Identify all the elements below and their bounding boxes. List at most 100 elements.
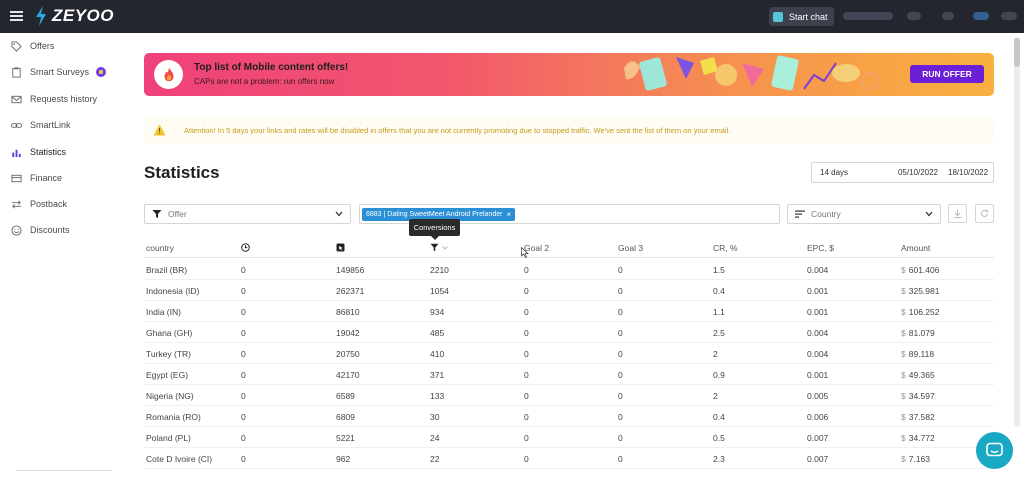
cell-clicks: 262371 (336, 286, 365, 296)
chat-icon (773, 11, 783, 22)
table-row[interactable]: Turkey (TR) 0 20750 410 0 0 2 0.004 $89.118 (144, 343, 994, 364)
cell-goal3: 0 (618, 412, 623, 422)
cell-country: India (IN) (146, 307, 181, 317)
run-offer-button[interactable]: RUN OFFER (910, 65, 984, 83)
cell-epc: 0.004 (807, 349, 829, 359)
col-epc[interactable]: EPC, $ (807, 243, 834, 253)
sidebar-item-label: Offers (30, 41, 55, 51)
table-row[interactable]: Cote D Ivoire (CI) 0 962 22 0 0 2.3 0.007 $7.163 (144, 448, 994, 469)
cell-time: 0 (241, 370, 246, 380)
banner-illustration (624, 55, 879, 91)
amount-value: 37.582 (908, 412, 935, 422)
cell-country: Nigeria (NG) (146, 391, 194, 401)
cell-epc: 0.001 (807, 307, 829, 317)
table-row[interactable]: Egypt (EG) 0 42170 371 0 0 0.9 0.001 $49.365 (144, 364, 994, 385)
conversions-tooltip: Conversions (409, 219, 460, 240)
cell-goal3: 0 (618, 307, 623, 317)
cell-conv: 371 (430, 370, 445, 380)
cell-country: Turkey (TR) (146, 349, 192, 359)
notification-blurred[interactable] (907, 12, 921, 20)
refresh-button[interactable] (975, 204, 994, 223)
amount-value: 49.365 (908, 370, 935, 380)
cell-cr: 2.3 (713, 454, 725, 464)
cell-country: Egypt (EG) (146, 370, 189, 380)
amount-value: 325.981 (908, 286, 940, 296)
sidebar-item-finance[interactable]: Finance (0, 168, 130, 188)
amount-value: 34.597 (908, 391, 935, 401)
date-range-preset[interactable]: 14 days (820, 168, 880, 177)
promo-banner[interactable]: Top list of Mobile content offers! CAPs … (144, 53, 994, 96)
offer-filter-select[interactable]: Offer (144, 204, 351, 224)
table-row[interactable]: Brazil (BR) 0 149856 2210 0 0 1.5 0.004 $601.406 (144, 259, 994, 280)
col-cr[interactable]: CR, % (713, 243, 738, 253)
cell-amount: $37.582 (901, 412, 935, 422)
table-row[interactable]: Poland (PL) 0 5221 24 0 0 0.5 0.007 $34.772 (144, 427, 994, 448)
sidebar-item-label: Statistics (30, 147, 67, 157)
date-range-picker[interactable]: 14 days 05/10/2022 18/10/2022 (811, 162, 994, 183)
table-row[interactable]: Romania (RO) 0 6809 30 0 0 0.4 0.006 $37.582 (144, 406, 994, 427)
cell-conv: 485 (430, 328, 445, 338)
support-chat-button[interactable] (976, 432, 1013, 469)
cell-conv: 1054 (430, 286, 449, 296)
sidebar-item-smart-surveys[interactable]: Smart Surveys (0, 62, 130, 82)
sidebar-item-statistics[interactable]: Statistics (0, 142, 130, 162)
sidebar-item-discounts[interactable]: Discounts (0, 220, 130, 240)
bar-chart-icon (10, 146, 22, 158)
amount-value: 89.118 (908, 349, 935, 359)
date-to[interactable]: 18/10/2022 (948, 168, 988, 177)
clipboard-icon (10, 66, 22, 78)
col-time[interactable] (241, 243, 250, 252)
table-row[interactable]: India (IN) 0 86810 934 0 0 1.1 0.001 $106.252 (144, 301, 994, 322)
cell-amount: $601.406 (901, 265, 939, 275)
menu-icon[interactable] (10, 11, 23, 21)
cell-cr: 2 (713, 349, 718, 359)
cell-epc: 0.007 (807, 433, 829, 443)
currency-symbol: $ (901, 328, 906, 338)
mouse-cursor-icon (521, 247, 529, 258)
cell-goal3: 0 (618, 265, 623, 275)
currency-symbol: $ (901, 454, 906, 464)
amount-value: 601.406 (908, 265, 940, 275)
avatar-blurred[interactable] (1001, 12, 1017, 20)
cell-goal3: 0 (618, 286, 623, 296)
cell-clicks: 6589 (336, 391, 355, 401)
col-country[interactable]: country (146, 243, 174, 253)
sidebar-item-postback[interactable]: Postback (0, 194, 130, 214)
flag-blurred[interactable] (973, 12, 989, 20)
sidebar-item-smartlink[interactable]: SmartLink (0, 115, 130, 135)
cell-epc: 0.004 (807, 328, 829, 338)
country-filter-placeholder: Country (811, 209, 841, 219)
chevron-down-icon (925, 211, 933, 217)
cell-conv: 22 (430, 454, 440, 464)
logo[interactable]: ZEYOO (34, 6, 114, 26)
col-conversions[interactable] (430, 243, 448, 252)
download-button[interactable] (948, 204, 967, 223)
sidebar-item-offers[interactable]: Offers (0, 36, 130, 56)
sidebar-item-requests-history[interactable]: Requests history (0, 89, 130, 109)
col-amount[interactable]: Amount (901, 243, 930, 253)
alert-text: Attention! In 5 days your links and rate… (184, 125, 731, 135)
col-goal3[interactable]: Goal 3 (618, 243, 643, 253)
amount-value: 34.772 (908, 433, 935, 443)
settings-blurred[interactable] (942, 12, 954, 20)
date-from[interactable]: 05/10/2022 (880, 168, 938, 177)
chip-close-icon[interactable]: × (506, 210, 511, 219)
col-clicks[interactable] (336, 243, 345, 252)
currency-symbol: $ (901, 391, 906, 401)
cell-clicks: 6809 (336, 412, 355, 422)
scrollbar-thumb[interactable] (1014, 38, 1020, 67)
currency-symbol: $ (901, 370, 906, 380)
start-chat-button[interactable]: Start chat (769, 7, 834, 26)
cell-clicks: 149856 (336, 265, 365, 275)
download-icon (954, 209, 961, 218)
page-scrollbar[interactable] (1014, 37, 1020, 427)
cell-goal2: 0 (524, 412, 529, 422)
cell-goal2: 0 (524, 328, 529, 338)
table-row[interactable]: Ghana (GH) 0 19042 485 0 0 2.5 0.004 $81.079 (144, 322, 994, 343)
cell-clicks: 20750 (336, 349, 360, 359)
country-filter-select[interactable]: Country (787, 204, 941, 224)
table-row[interactable]: Indonesia (ID) 0 262371 1054 0 0 0.4 0.001 $325.… (144, 280, 994, 301)
table-row[interactable]: Nigeria (NG) 0 6589 133 0 0 2 0.005 $34.597 (144, 385, 994, 406)
cell-time: 0 (241, 286, 246, 296)
cell-clicks: 86810 (336, 307, 360, 317)
